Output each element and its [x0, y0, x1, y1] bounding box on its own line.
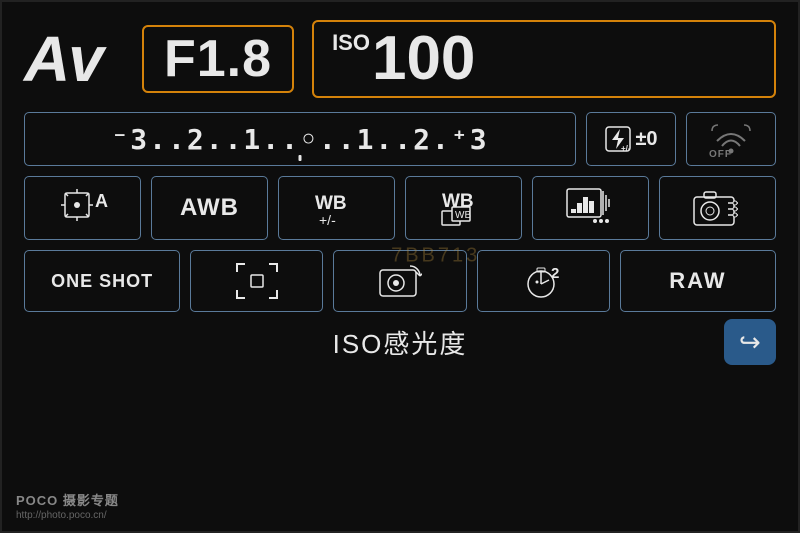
exposure-scale-text: ⁻3..2..1..◦..1..2.⁺3 — [111, 123, 488, 156]
self-timer-box[interactable]: 2 — [477, 250, 610, 312]
awb-box[interactable]: AWB — [151, 176, 268, 240]
back-arrow-icon: ↩ — [739, 327, 761, 358]
aperture-box[interactable]: F1.8 — [142, 25, 294, 93]
svg-text:A: A — [95, 191, 108, 211]
svg-text:+/-: +/- — [621, 144, 631, 153]
bottom-settings-row: ONE SHOT — [24, 250, 776, 312]
settings-row: A AWB WB +/- WB WB — [24, 176, 776, 240]
metering-icon: A — [57, 185, 109, 231]
wifi-box[interactable]: OFF — [686, 112, 776, 166]
live-view-icon — [378, 262, 422, 300]
self-timer-icon: 2 — [521, 262, 565, 300]
iso-value: 100 — [372, 28, 475, 90]
watermark: POCO 摄影专题 http://photo.poco.cn/ — [16, 490, 119, 521]
second-row: ⁻3..2..1..◦..1..2.⁺3 +/- ±0 OF — [24, 112, 776, 166]
wb-bracket-box[interactable]: WB WB — [405, 176, 522, 240]
wifi-content: OFF — [709, 121, 753, 157]
camera-settings-icon — [692, 185, 744, 231]
af-point-icon — [235, 262, 279, 300]
awb-label: AWB — [180, 194, 239, 222]
wb-adjust-icon: WB +/- — [311, 185, 363, 231]
histogram-box[interactable] — [532, 176, 649, 240]
camera-settings-box[interactable] — [659, 176, 776, 240]
live-view-box[interactable] — [333, 250, 466, 312]
iso-box[interactable]: ISO 100 — [312, 20, 776, 98]
watermark-line2: http://photo.poco.cn/ — [16, 510, 119, 521]
af-point-box[interactable] — [190, 250, 323, 312]
svg-text:WB: WB — [455, 210, 471, 221]
raw-box[interactable]: RAW — [620, 250, 776, 312]
top-row: Av F1.8 ISO 100 — [24, 20, 776, 98]
flash-comp-value: ±0 — [635, 128, 657, 151]
svg-text:WB: WB — [315, 193, 347, 214]
camera-screen: Av F1.8 ISO 100 ⁻3..2..1..◦..1..2.⁺3 +/-… — [0, 0, 800, 533]
af-mode-box[interactable]: ONE SHOT — [24, 250, 180, 312]
wb-bracket-icon: WB WB — [438, 185, 490, 231]
flash-icon: +/- — [604, 125, 632, 153]
back-button[interactable]: ↩ — [724, 319, 776, 365]
wifi-icon: OFF — [709, 121, 753, 157]
svg-text:+/-: +/- — [319, 212, 336, 228]
exposure-scale-box[interactable]: ⁻3..2..1..◦..1..2.⁺3 — [24, 112, 576, 166]
svg-text:OFF: OFF — [709, 149, 732, 157]
histogram-icon — [565, 185, 617, 231]
af-mode-label: ONE SHOT — [51, 271, 153, 292]
flash-comp-box[interactable]: +/- ±0 — [586, 112, 676, 166]
metering-mode-box[interactable]: A — [24, 176, 141, 240]
exposure-marker — [299, 155, 302, 161]
wb-adjust-box[interactable]: WB +/- — [278, 176, 395, 240]
iso-label: ISO感光度 — [333, 324, 468, 361]
iso-superscript: ISO — [332, 32, 370, 54]
mode-label: Av — [24, 27, 124, 91]
watermark-line1: POCO 摄影专题 — [16, 490, 119, 509]
raw-label: RAW — [669, 268, 726, 294]
svg-text:2: 2 — [551, 265, 559, 282]
bottom-area: ISO感光度 ↩ — [24, 324, 776, 361]
